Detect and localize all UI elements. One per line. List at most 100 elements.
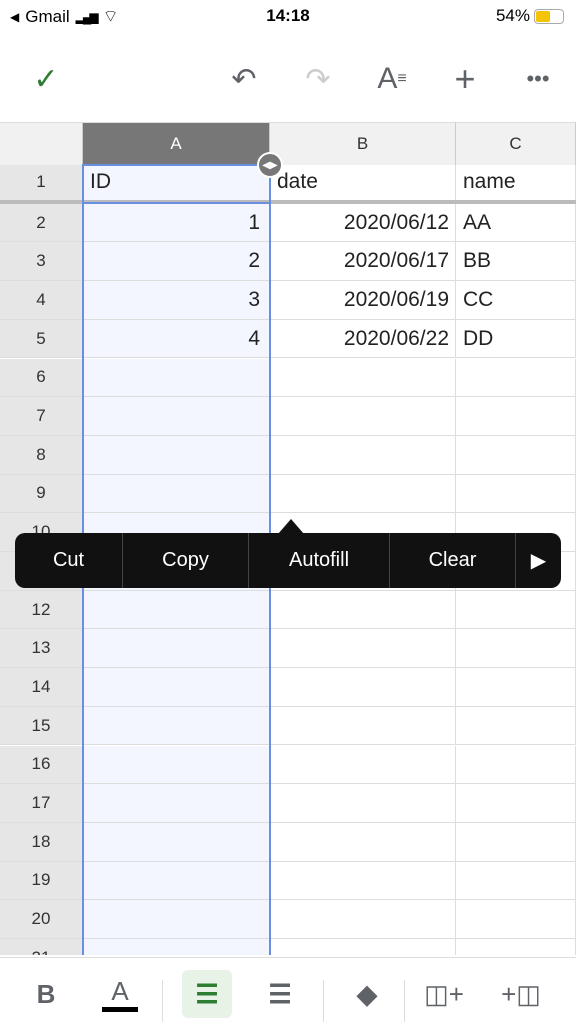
plus-icon[interactable]: + [445,58,485,99]
row-header[interactable]: 14 [0,668,83,706]
cell-b[interactable] [270,939,456,955]
cell-b[interactable] [270,435,456,474]
cell-a[interactable] [83,358,270,397]
cell-a[interactable]: 4 [83,319,270,358]
cell-c[interactable] [456,784,576,822]
cell-b[interactable] [270,668,456,706]
insert-column-left-icon[interactable]: +◫ [496,970,546,1018]
cell-c[interactable] [456,706,576,745]
cell-c[interactable]: BB [456,242,576,281]
menu-clear[interactable]: Clear [390,533,516,588]
cell-c[interactable] [456,358,576,397]
insert-column-right-icon[interactable]: ◫+ [419,970,469,1018]
row-header[interactable]: 4 [0,281,83,319]
align-left-icon[interactable]: ☰ [182,970,232,1018]
cell-b[interactable] [270,706,456,745]
cell-c[interactable]: DD [456,319,576,358]
cell-a[interactable]: 2 [83,242,270,281]
cell-c[interactable] [456,435,576,474]
menu-copy[interactable]: Copy [123,533,249,588]
cell-c[interactable] [456,668,576,706]
row-header[interactable]: 2 [0,203,83,242]
cell-a[interactable] [83,706,270,745]
cell-b[interactable]: 2020/06/19 [270,281,456,319]
cell-c[interactable]: CC [456,281,576,319]
bold-icon[interactable]: B [21,970,71,1018]
cell-b[interactable] [270,397,456,435]
cell-b[interactable] [270,590,456,629]
triangle-right-icon[interactable]: ▶ [516,533,561,588]
cell-a[interactable] [83,861,270,900]
cell-a[interactable] [83,397,270,435]
cell-b[interactable] [270,784,456,822]
row-header[interactable]: 9 [0,474,83,513]
cell-c[interactable] [456,474,576,513]
cell-c[interactable] [456,861,576,900]
text-color-icon[interactable]: A [95,970,145,1018]
cell-c[interactable] [456,590,576,629]
row-header[interactable]: 8 [0,435,83,474]
row-header[interactable]: 17 [0,784,83,822]
check-icon[interactable]: ✓ [26,62,66,96]
table-row: 18 [0,822,576,862]
cell-b[interactable] [270,745,456,784]
more-icon[interactable]: ••• [518,62,558,96]
column-header-a[interactable]: A [83,122,270,165]
cell-a[interactable] [83,822,270,861]
column-resize-handle[interactable]: ◀▶ [257,152,283,178]
row-header[interactable]: 21 [0,939,83,955]
cell-b[interactable]: 2020/06/12 [270,203,456,242]
cell-a[interactable] [83,474,270,513]
corner-header[interactable] [0,122,83,165]
cell-c[interactable] [456,822,576,861]
row-header[interactable]: 12 [0,590,83,629]
cell-c[interactable] [456,900,576,938]
row-header[interactable]: 7 [0,397,83,435]
cell-a[interactable] [83,629,270,668]
cell-b[interactable]: date [270,165,456,200]
cell-b[interactable] [270,900,456,938]
cell-b[interactable] [270,358,456,397]
cell-b[interactable]: 2020/06/17 [270,242,456,281]
column-header-b[interactable]: B [270,122,456,165]
fill-color-icon[interactable]: ◆ [342,970,392,1018]
cell-c[interactable] [456,745,576,784]
cell-b[interactable] [270,629,456,668]
cell-a[interactable]: 1 [83,203,270,242]
row-header[interactable]: 13 [0,629,83,668]
cell-c[interactable]: AA [456,203,576,242]
cell-c[interactable] [456,939,576,955]
align-center-icon[interactable]: ☰ [255,970,305,1018]
text-format-icon[interactable]: A ≡ [372,62,412,96]
row-header[interactable]: 1 [0,165,83,200]
menu-autofill[interactable]: Autofill [249,533,390,588]
cell-a[interactable]: 3 [83,281,270,319]
row-header[interactable]: 19 [0,861,83,900]
redo-icon[interactable]: ↷ [298,62,338,96]
cell-a[interactable] [83,900,270,938]
menu-cut[interactable]: Cut [15,533,123,588]
cell-c[interactable] [456,629,576,668]
cell-a[interactable] [83,939,270,955]
cell-b[interactable]: 2020/06/22 [270,319,456,358]
cell-a[interactable] [83,784,270,822]
cell-b[interactable] [270,822,456,861]
column-header-c[interactable]: C [456,122,576,165]
cell-a[interactable] [83,590,270,629]
cell-a[interactable] [83,668,270,706]
row-header[interactable]: 20 [0,900,83,938]
cell-c[interactable] [456,397,576,435]
cell-a[interactable] [83,745,270,784]
cell-a[interactable] [83,435,270,474]
cell-b[interactable] [270,474,456,513]
row-header[interactable]: 15 [0,706,83,745]
row-header[interactable]: 16 [0,745,83,784]
cell-c[interactable]: name [456,165,576,200]
row-header[interactable]: 18 [0,822,83,861]
undo-icon[interactable]: ↶ [224,62,264,96]
cell-b[interactable] [270,861,456,900]
cell-a[interactable]: ID [83,165,270,200]
row-header[interactable]: 5 [0,319,83,358]
row-header[interactable]: 3 [0,242,83,281]
row-header[interactable]: 6 [0,358,83,397]
